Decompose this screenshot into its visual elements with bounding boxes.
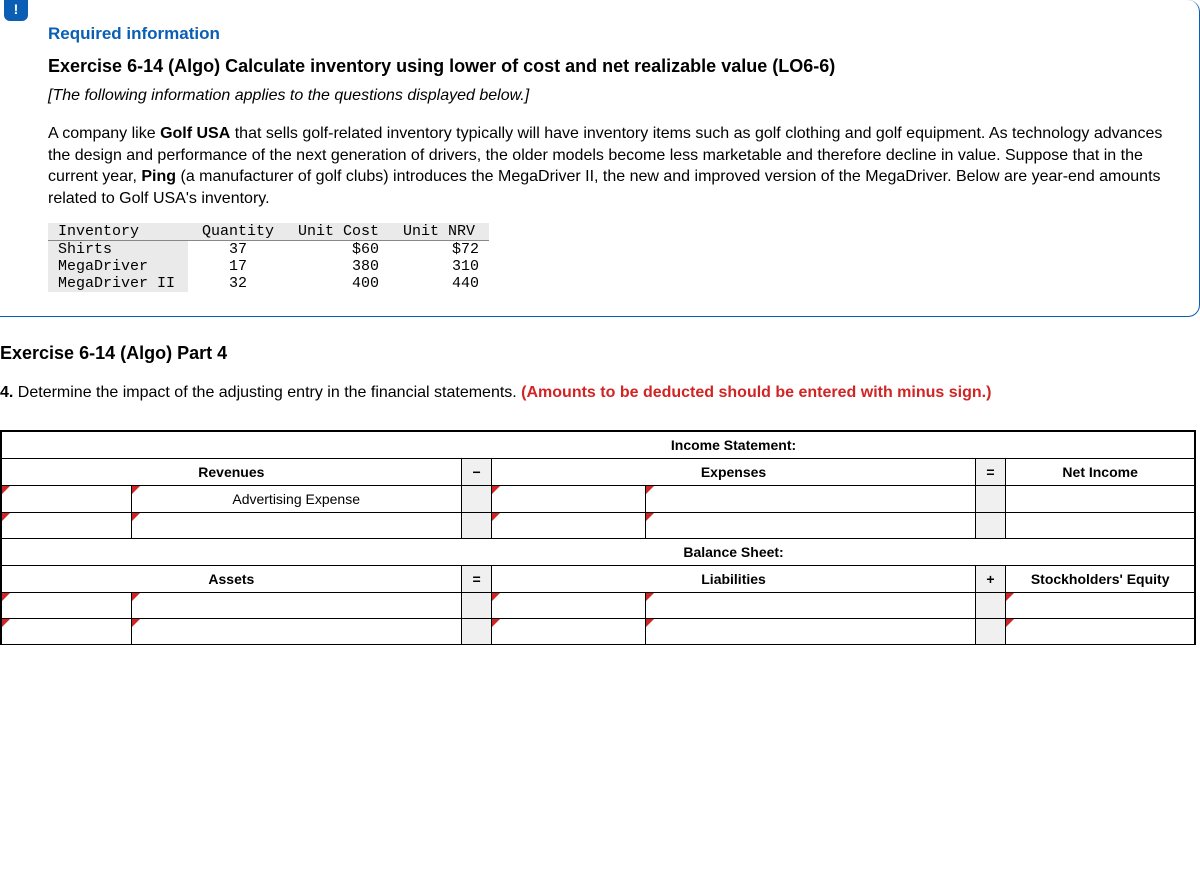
equals-operator: = bbox=[461, 566, 492, 593]
income-statement-label: Income Statement: bbox=[492, 432, 975, 459]
expenses-header: Expenses bbox=[492, 459, 975, 486]
equity-input[interactable] bbox=[1006, 619, 1195, 645]
context-note: [The following information applies to th… bbox=[48, 87, 1163, 105]
expense-value-input[interactable] bbox=[645, 513, 975, 539]
instruction-highlight: (Amounts to be deducted should be entere… bbox=[521, 384, 991, 401]
liability-value-input[interactable] bbox=[645, 593, 975, 619]
balance-sheet-label: Balance Sheet: bbox=[492, 539, 975, 566]
net-income-input[interactable] bbox=[1006, 486, 1195, 513]
net-income-header: Net Income bbox=[1006, 459, 1195, 486]
answer-grid: Income Statement: Revenues − Expenses = … bbox=[0, 430, 1196, 645]
problem-body: A company like Golf USA that sells golf-… bbox=[48, 123, 1163, 209]
balance-columns-row: Assets = Liabilities + Stockholders' Equ… bbox=[2, 566, 1195, 593]
col-quantity: Quantity bbox=[188, 223, 288, 241]
required-info-label: Required information bbox=[48, 24, 1163, 44]
liability-value-input[interactable] bbox=[645, 619, 975, 645]
table-row: MegaDriver II 32 400 440 bbox=[48, 275, 489, 292]
net-income-input[interactable] bbox=[1006, 513, 1195, 539]
expense-label-input[interactable] bbox=[492, 486, 645, 513]
col-unit-cost: Unit Cost bbox=[288, 223, 389, 241]
revenue-label-input[interactable] bbox=[2, 486, 132, 513]
asset-label-input[interactable] bbox=[2, 619, 132, 645]
plus-operator: + bbox=[975, 566, 1006, 593]
inventory-data-table: Inventory Quantity Unit Cost Unit NRV Sh… bbox=[48, 223, 489, 292]
income-input-row bbox=[2, 513, 1195, 539]
revenues-header: Revenues bbox=[2, 459, 462, 486]
balance-input-row bbox=[2, 593, 1195, 619]
expense-label-input[interactable] bbox=[492, 513, 645, 539]
table-row: MegaDriver 17 380 310 bbox=[48, 258, 489, 275]
income-columns-row: Revenues − Expenses = Net Income bbox=[2, 459, 1195, 486]
minus-operator: − bbox=[461, 459, 492, 486]
equity-header: Stockholders' Equity bbox=[1006, 566, 1195, 593]
liability-label-input[interactable] bbox=[492, 619, 645, 645]
revenue-label-input[interactable] bbox=[2, 513, 132, 539]
question-text: 4. Determine the impact of the adjusting… bbox=[0, 384, 1200, 402]
income-statement-header-row: Income Statement: bbox=[2, 432, 1195, 459]
asset-value-input[interactable] bbox=[131, 593, 461, 619]
col-unit-nrv: Unit NRV bbox=[389, 223, 489, 241]
balance-input-row bbox=[2, 619, 1195, 645]
info-card: Required information Exercise 6-14 (Algo… bbox=[0, 0, 1200, 317]
income-input-row: Advertising Expense bbox=[2, 486, 1195, 513]
expense-value-input[interactable] bbox=[645, 486, 975, 513]
liabilities-header: Liabilities bbox=[492, 566, 975, 593]
exercise-title: Exercise 6-14 (Algo) Calculate inventory… bbox=[48, 56, 1163, 77]
part-title: Exercise 6-14 (Algo) Part 4 bbox=[0, 343, 1200, 364]
col-inventory: Inventory bbox=[48, 223, 188, 241]
asset-value-input[interactable] bbox=[131, 619, 461, 645]
revenue-value-select[interactable] bbox=[131, 513, 461, 539]
equals-operator: = bbox=[975, 459, 1006, 486]
equity-input[interactable] bbox=[1006, 593, 1195, 619]
revenue-value-select[interactable]: Advertising Expense bbox=[131, 486, 461, 513]
asset-label-input[interactable] bbox=[2, 593, 132, 619]
table-row: Shirts 37 $60 $72 bbox=[48, 241, 489, 259]
assets-header: Assets bbox=[2, 566, 462, 593]
liability-label-input[interactable] bbox=[492, 593, 645, 619]
balance-sheet-header-row: Balance Sheet: bbox=[2, 539, 1195, 566]
